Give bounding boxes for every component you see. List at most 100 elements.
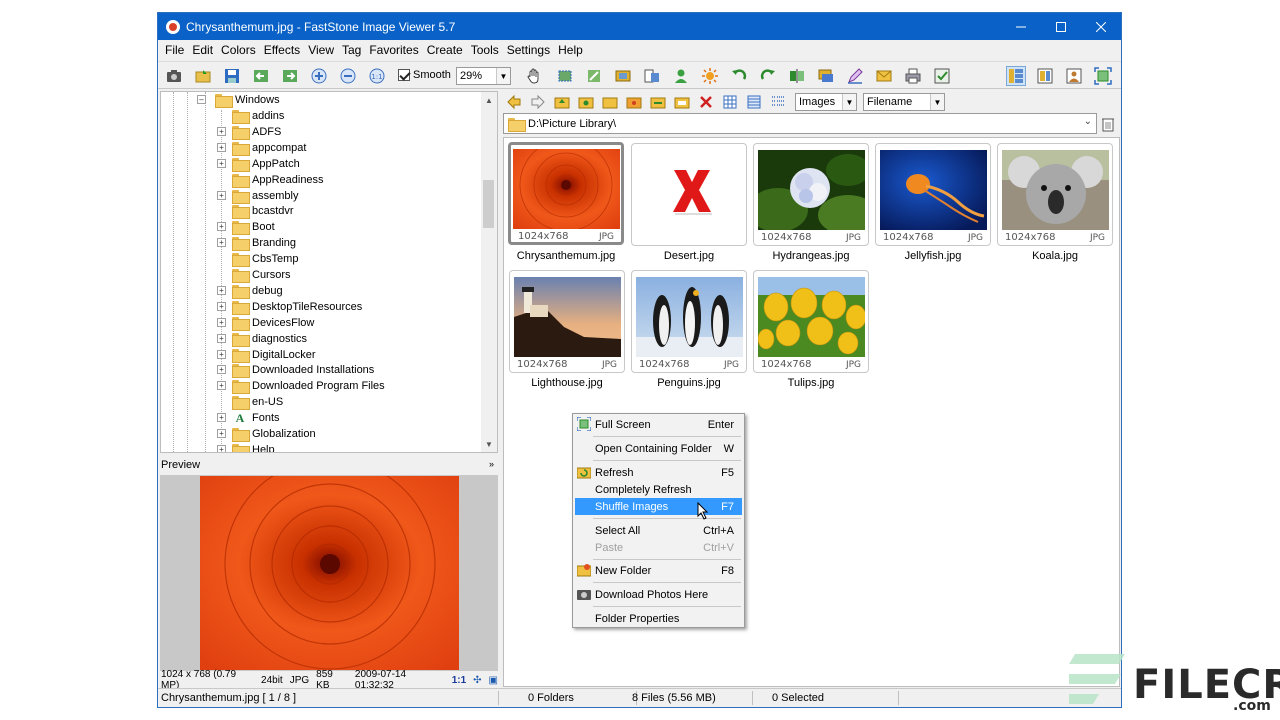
folder-favorites-button[interactable] [577,93,595,111]
scroll-thumb[interactable] [483,180,494,228]
forward-button[interactable] [529,93,547,111]
folder-tree[interactable]: – Windows addins + ADFS + appcompat + AppPatch… [160,91,498,453]
copy-to-button[interactable] [625,93,643,111]
tree-node[interactable]: CbsTemp [232,251,298,268]
expand-icon[interactable]: + [217,381,226,391]
menu-item-download-photos[interactable]: Download Photos Here [575,586,742,603]
chevron-down-icon[interactable]: ⌄ [1084,116,1092,127]
back-button[interactable] [505,93,523,111]
set-wallpaper-button[interactable] [671,66,691,86]
up-folder-button[interactable] [553,93,571,111]
thumbnail-name[interactable]: Chrysanthemum.jpg [501,250,631,262]
expand-icon[interactable]: + [217,126,226,136]
zoom-ratio[interactable]: 1:1 [452,675,466,686]
tree-node[interactable]: bcastdvr [232,203,294,220]
menu-file[interactable]: File [161,43,188,57]
expand-icon[interactable]: + [217,142,226,152]
draw-button[interactable] [845,66,865,86]
close-button[interactable] [1081,13,1121,40]
thumbnail-card[interactable]: 1024x768 JPG [509,270,625,373]
expand-icon[interactable]: + [217,158,226,168]
chevron-down-icon[interactable]: ▼ [481,436,497,452]
menu-edit[interactable]: Edit [188,43,217,57]
expand-icon[interactable]: + [217,317,226,327]
tree-node[interactable]: + ADFS [217,124,281,140]
compare-button[interactable] [642,66,662,86]
expand-icon[interactable]: + [217,429,226,438]
thumbnail-card[interactable] [631,143,747,246]
collapse-preview-icon[interactable]: » [489,459,494,469]
menu-item-full-screen[interactable]: Full Screen Enter [575,416,742,433]
expand-icon[interactable]: + [217,349,226,359]
zoom-out-button[interactable] [338,66,358,86]
rotate-left-button[interactable] [729,66,749,86]
thumbnail-card[interactable]: 1024x768 JPG [508,142,624,245]
tree-node[interactable]: + AppPatch [217,156,300,172]
menu-item-shuffle-images[interactable]: Shuffle Images F7 [575,498,742,515]
expand-icon[interactable]: + [217,238,226,248]
smooth-toggle[interactable]: Smooth [398,69,451,81]
clear-history-button[interactable] [1100,115,1116,133]
menu-favorites[interactable]: Favorites [365,43,422,57]
thumbnail-card[interactable]: 1024x768 JPG [753,143,869,246]
menu-item-select-all[interactable]: Select All Ctrl+A [575,522,742,539]
delete-button[interactable] [697,93,715,111]
move-to-button[interactable] [649,93,667,111]
tree-node[interactable]: AppReadiness [232,172,324,188]
tree-node[interactable]: en-US [232,394,283,411]
thumbnail-card[interactable]: 1024x768 JPG [631,270,747,373]
tree-node[interactable]: + DesktopTileResources [217,299,362,315]
menu-help[interactable]: Help [554,43,587,57]
adjust-lighting-button[interactable] [700,66,720,86]
maximize-button[interactable] [1041,13,1081,40]
tree-node-windows[interactable]: – Windows [197,92,280,108]
previous-button[interactable] [251,66,271,86]
settings-button[interactable] [932,66,952,86]
tree-node[interactable]: + DigitalLocker [217,347,316,363]
collapse-icon[interactable]: – [197,95,206,104]
sort-by-select[interactable]: Filename ▼ [863,93,945,111]
menu-tools[interactable]: Tools [467,43,503,57]
tree-node[interactable]: + debug [217,283,283,299]
browser-mode-button[interactable] [1006,66,1026,86]
thumbnail-card[interactable]: 1024x768 JPG [875,143,991,246]
view-details-button[interactable] [769,93,787,111]
expand-icon[interactable]: + [217,365,226,375]
zoom-select[interactable]: 29% ▼ [456,67,511,85]
print-button[interactable] [903,66,923,86]
acquire-button[interactable] [164,66,184,86]
menu-item-new-folder[interactable]: New Folder F8 [575,562,742,579]
crop-button[interactable] [555,66,575,86]
thumbnail-name[interactable]: Lighthouse.jpg [502,377,632,389]
tree-node[interactable]: + diagnostics [217,331,307,347]
expand-icon[interactable]: + [217,285,226,295]
tree-node[interactable]: + assembly [217,188,298,204]
expand-icon[interactable]: + [217,301,226,311]
viewer-mode-button[interactable] [1035,66,1055,86]
expand-icon[interactable]: + [217,413,226,423]
tree-node[interactable]: + Downloaded Program Files [217,378,385,395]
save-button[interactable] [222,66,242,86]
tree-scrollbar[interactable]: ▲ ▼ [481,92,497,452]
rename-button[interactable] [673,93,691,111]
file-filter-select[interactable]: Images ▼ [795,93,857,111]
minimize-button[interactable] [1001,13,1041,40]
actual-size-button[interactable]: 1:1 [367,66,387,86]
tree-node[interactable]: + appcompat [217,140,306,156]
rotate-right-button[interactable] [758,66,778,86]
fullscreen-icon[interactable]: ▣ [489,675,498,686]
smooth-checkbox[interactable] [398,69,410,81]
single-image-button[interactable] [1064,66,1084,86]
menu-item-refresh[interactable]: Refresh F5 [575,464,742,481]
tree-node[interactable]: + DevicesFlow [217,315,314,331]
menu-create[interactable]: Create [423,43,467,57]
hand-tool-button[interactable] [520,66,548,86]
view-thumbnails-button[interactable] [721,93,739,111]
thumbnail-name[interactable]: Desert.jpg [624,250,754,262]
thumbnail-card[interactable]: 1024x768 JPG [753,270,869,373]
expand-icon[interactable]: + [217,444,226,452]
full-screen-button[interactable] [1093,66,1113,86]
menu-item-folder-properties[interactable]: Folder Properties [575,610,742,627]
thumbnail-name[interactable]: Tulips.jpg [746,377,876,389]
tree-node[interactable]: + A Fonts [217,410,280,426]
